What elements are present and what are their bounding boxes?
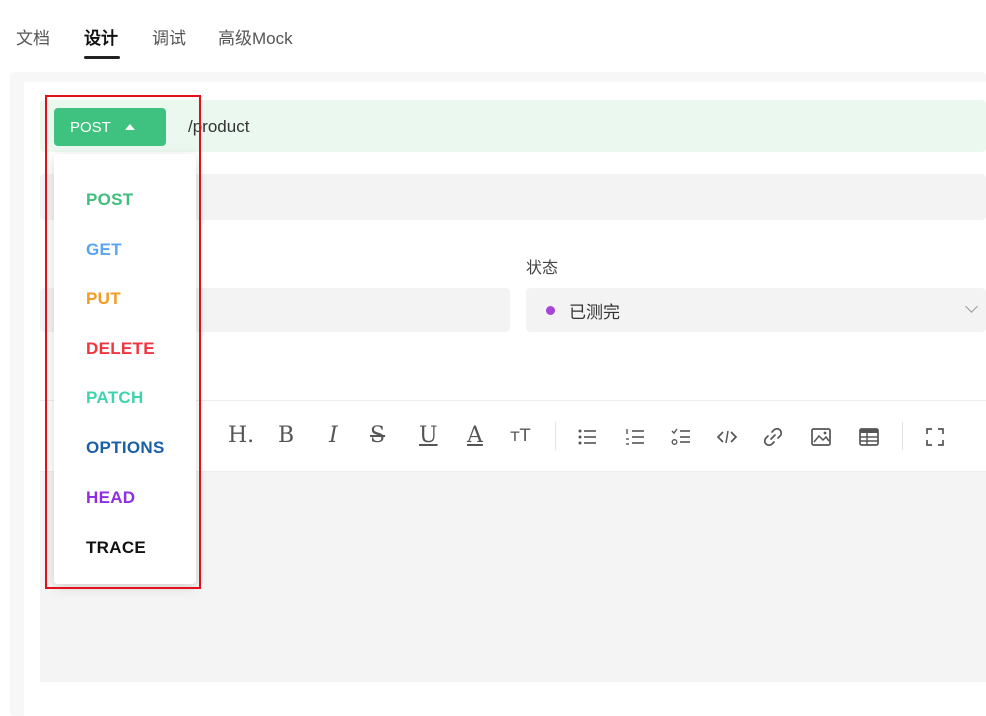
- tab-design[interactable]: 设计: [84, 24, 118, 49]
- ordered-list-icon[interactable]: [624, 426, 646, 448]
- status-dot-icon: [546, 305, 555, 315]
- tab-debug[interactable]: 调试: [152, 24, 186, 49]
- toolbar-divider: [555, 422, 556, 450]
- status-value: 已测完: [569, 302, 620, 322]
- link-icon[interactable]: [762, 426, 784, 448]
- tab-bar: 文档 设计 调试 高级Mock: [0, 0, 986, 62]
- bold-button[interactable]: B: [278, 422, 294, 450]
- status-label: 状态: [526, 260, 559, 277]
- highlight-box: [45, 95, 201, 589]
- underline-button[interactable]: U: [419, 422, 438, 450]
- path-input[interactable]: [188, 113, 978, 141]
- toolbar-divider: [902, 422, 903, 450]
- tab-docs[interactable]: 文档: [16, 24, 50, 49]
- fullscreen-icon[interactable]: [924, 426, 946, 448]
- task-list-icon[interactable]: [670, 426, 692, 448]
- table-icon[interactable]: [858, 426, 880, 448]
- heading-button[interactable]: H.: [228, 422, 254, 450]
- active-tab-indicator: [84, 56, 120, 59]
- tab-advanced-mock[interactable]: 高级Mock: [218, 24, 293, 49]
- italic-button[interactable]: I: [329, 422, 338, 450]
- chevron-down-icon: [965, 300, 978, 313]
- status-select[interactable]: 已测完: [526, 288, 986, 332]
- unordered-list-icon[interactable]: [576, 426, 598, 448]
- image-icon[interactable]: [810, 426, 832, 448]
- code-icon[interactable]: [716, 426, 738, 448]
- font-color-button[interactable]: A: [467, 422, 483, 450]
- font-size-button[interactable]: тT: [510, 422, 530, 450]
- strikethrough-button[interactable]: S: [370, 422, 385, 450]
